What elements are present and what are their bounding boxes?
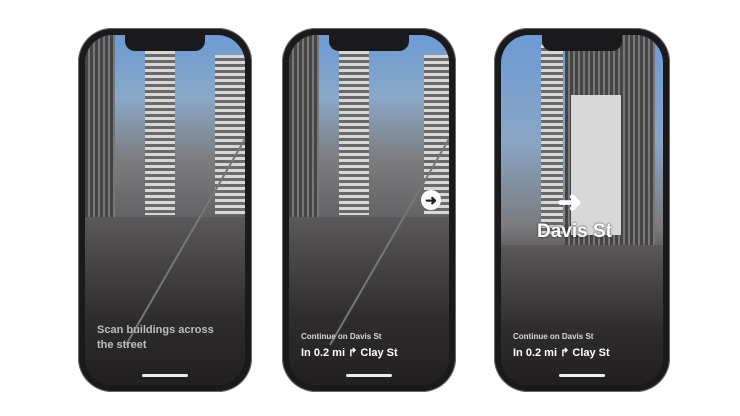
next-turn: In 0.2 mi ↱ Clay St bbox=[513, 346, 610, 359]
turn-right-icon: ↱ bbox=[560, 347, 570, 359]
ar-street-label: Davis St bbox=[537, 221, 612, 242]
next-turn: In 0.2 mi ↱ Clay St bbox=[301, 346, 398, 359]
right-arrow-icon: ➜ bbox=[557, 186, 583, 219]
home-indicator[interactable] bbox=[142, 374, 188, 377]
street-name: Clay St bbox=[572, 347, 610, 359]
distance: In 0.2 mi bbox=[513, 347, 558, 359]
scan-instruction: Scan buildings across the street bbox=[97, 324, 214, 351]
ar-camera-view: ➜ Continue on Davis St In 0.2 mi ↱ Clay … bbox=[289, 35, 449, 385]
home-indicator[interactable] bbox=[559, 374, 605, 377]
home-indicator[interactable] bbox=[346, 374, 392, 377]
street-name: Clay St bbox=[360, 347, 398, 359]
notch bbox=[542, 35, 622, 51]
ar-camera-view: Scan buildings across the street bbox=[85, 35, 245, 385]
turn-right-icon: ↱ bbox=[348, 347, 358, 359]
right-arrow-circle-icon: ➜ bbox=[421, 190, 441, 210]
distance: In 0.2 mi bbox=[301, 347, 346, 359]
notch bbox=[125, 35, 205, 51]
notch bbox=[329, 35, 409, 51]
phone-scan: Scan buildings across the street bbox=[78, 28, 252, 392]
subtitle: Continue on Davis St bbox=[513, 332, 594, 341]
phone-guidance: ➜ Continue on Davis St In 0.2 mi ↱ Clay … bbox=[282, 28, 456, 392]
ar-camera-view: ➜ Davis St Continue on Davis St In 0.2 m… bbox=[501, 35, 663, 385]
subtitle: Continue on Davis St bbox=[301, 332, 382, 341]
phone-ar-label: ➜ Davis St Continue on Davis St In 0.2 m… bbox=[494, 28, 670, 392]
